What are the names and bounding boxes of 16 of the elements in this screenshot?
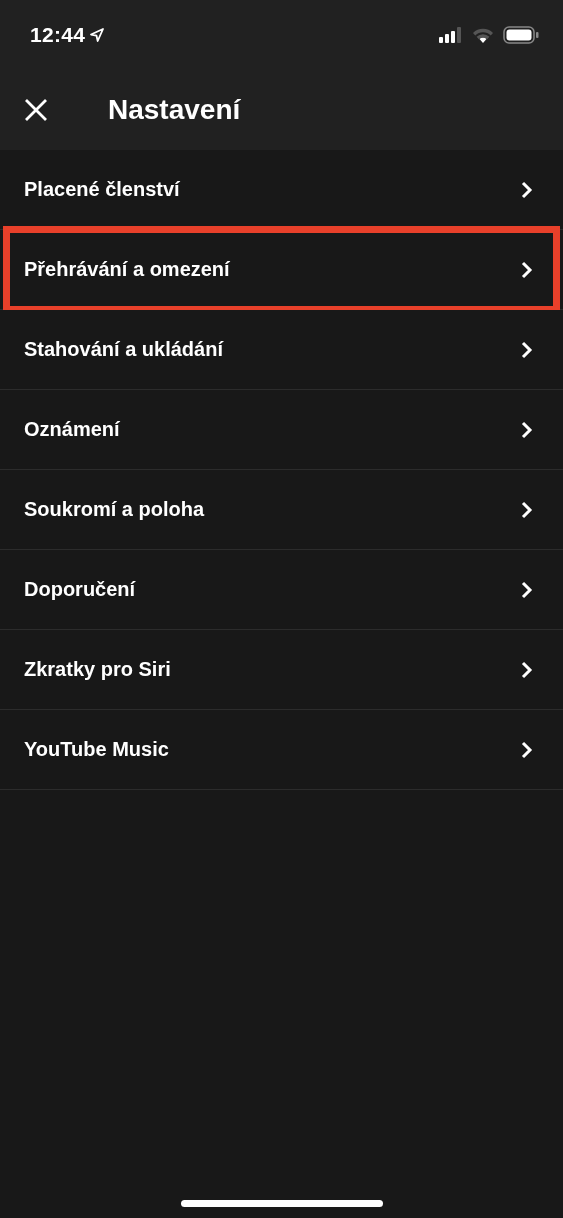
chevron-right-icon <box>521 260 533 279</box>
chevron-right-icon <box>521 340 533 359</box>
chevron-right-icon <box>521 180 533 199</box>
chevron-right-icon <box>521 660 533 679</box>
page-title: Nastavení <box>108 94 241 126</box>
wifi-icon <box>472 27 494 43</box>
close-icon <box>24 98 48 122</box>
chevron-right-icon <box>521 740 533 759</box>
close-button[interactable] <box>24 98 48 122</box>
status-time: 12:44 <box>30 23 86 47</box>
signal-icon <box>439 27 463 43</box>
battery-icon <box>503 26 539 44</box>
location-arrow-icon <box>90 28 105 42</box>
chevron-right-icon <box>521 500 533 519</box>
chevron-right-icon <box>521 580 533 599</box>
chevron-right-icon <box>521 420 533 439</box>
